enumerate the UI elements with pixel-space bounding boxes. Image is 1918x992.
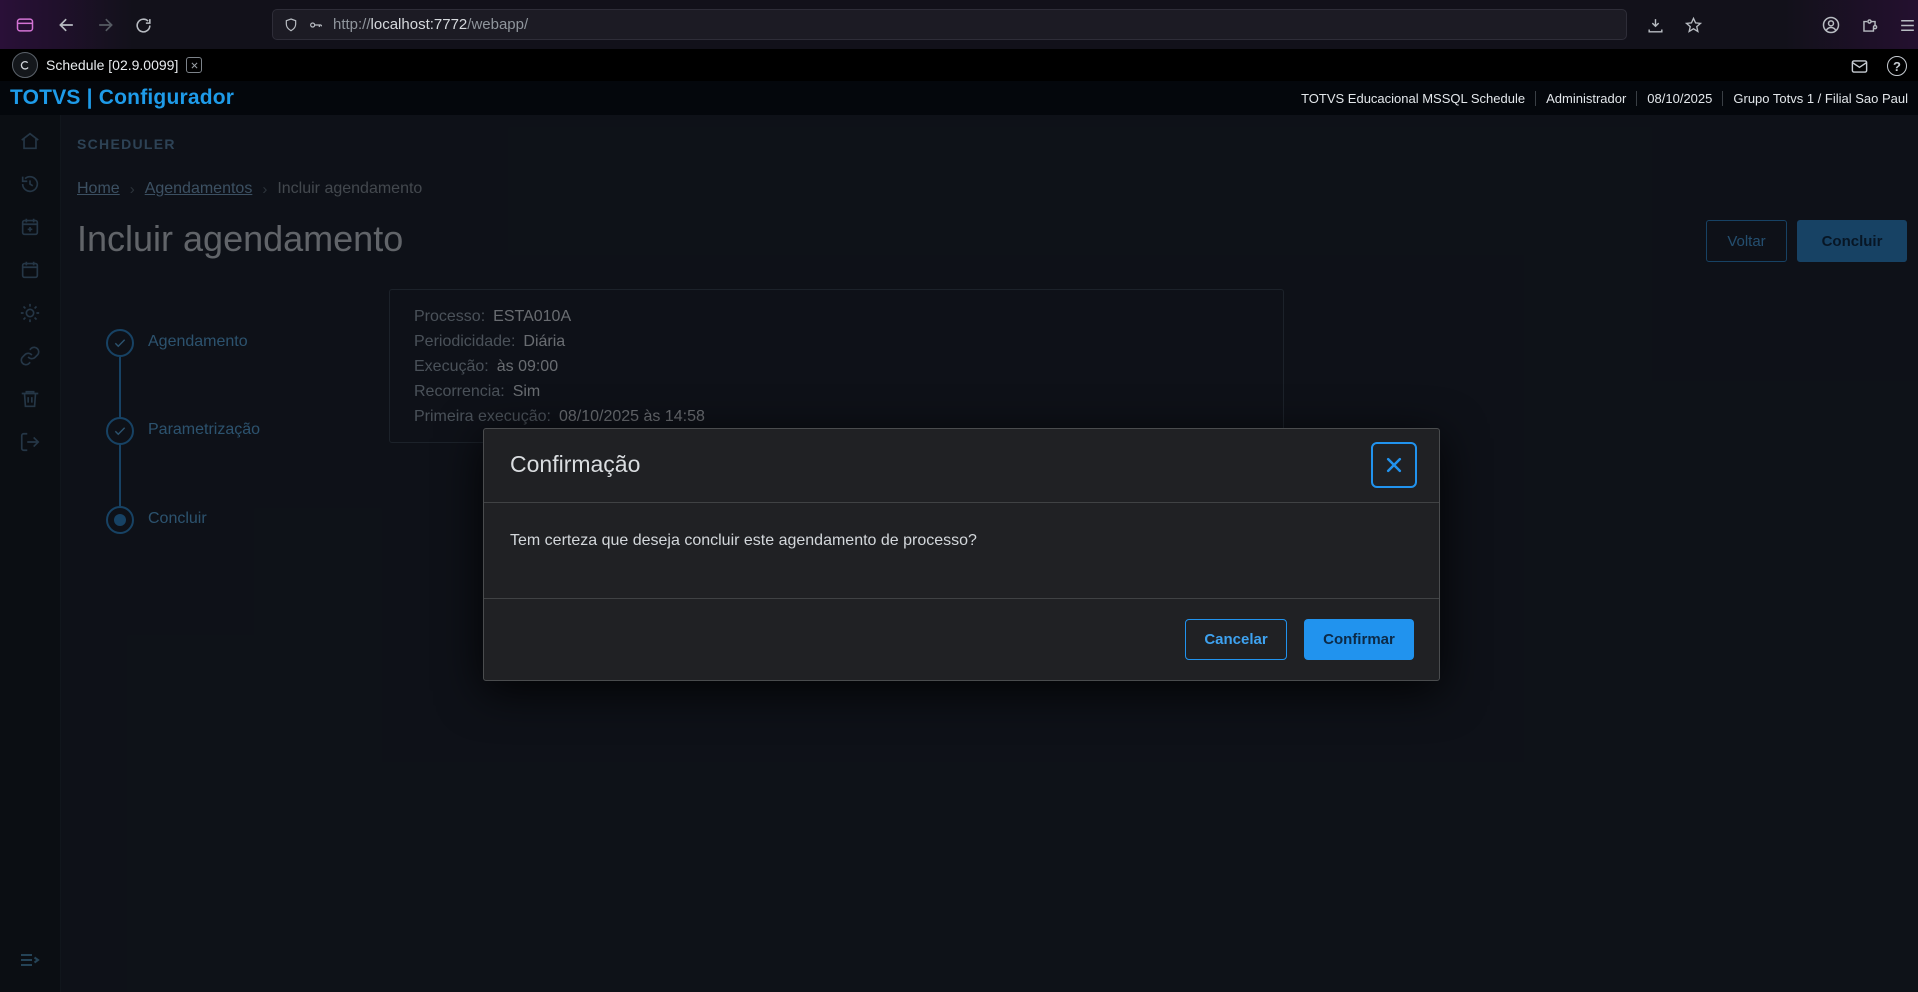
help-icon[interactable]: ? <box>1883 52 1911 80</box>
dialog-divider <box>484 502 1439 503</box>
confirmation-dialog: Confirmação Tem certeza que deseja concl… <box>483 428 1440 681</box>
cancel-button[interactable]: Cancelar <box>1185 619 1287 660</box>
extensions-icon[interactable] <box>1852 8 1886 42</box>
shield-icon[interactable] <box>283 17 299 33</box>
account-icon[interactable] <box>1814 8 1848 42</box>
totvs-logo-icon <box>12 52 38 78</box>
mail-icon[interactable] <box>1845 52 1873 80</box>
screen: http://localhost:7772/webapp/ Schedule [… <box>0 0 1918 992</box>
confirm-button[interactable]: Confirmar <box>1304 619 1414 660</box>
dialog-title: Confirmação <box>510 451 641 477</box>
firefox-view-icon[interactable] <box>8 8 42 42</box>
forward-icon[interactable] <box>88 8 122 42</box>
date-label: 08/10/2025 <box>1636 90 1722 106</box>
dialog-close-icon[interactable] <box>1371 442 1417 488</box>
tab-schedule[interactable]: Schedule [02.9.0099] <box>46 49 203 81</box>
app-tab-bar: Schedule [02.9.0099] ? <box>0 49 1918 81</box>
browser-toolbar: http://localhost:7772/webapp/ <box>0 0 1918 49</box>
header-info: TOTVS Educacional MSSQL Schedule Adminis… <box>1291 81 1918 115</box>
downloads-icon[interactable] <box>1638 8 1672 42</box>
url-input[interactable]: http://localhost:7772/webapp/ <box>272 9 1627 40</box>
totvs-header: TOTVS | Configurador TOTVS Educacional M… <box>0 81 1918 115</box>
tab-close-icon[interactable] <box>186 57 203 73</box>
dialog-divider <box>484 598 1439 599</box>
environment-label: TOTVS Educacional MSSQL Schedule <box>1301 90 1526 106</box>
dialog-message: Tem certeza que deseja concluir este age… <box>510 532 977 549</box>
tab-title: Schedule [02.9.0099] <box>46 57 179 73</box>
key-icon[interactable] <box>308 17 324 33</box>
menu-icon[interactable] <box>1890 8 1918 42</box>
user-label: Administrador <box>1535 90 1636 106</box>
company-label: Grupo Totvs 1 / Filial Sao Paul <box>1722 90 1918 106</box>
back-icon[interactable] <box>50 8 84 42</box>
brand-title: TOTVS | Configurador <box>10 86 235 109</box>
bookmark-star-icon[interactable] <box>1676 8 1710 42</box>
url-text: http://localhost:7772/webapp/ <box>333 16 529 33</box>
reload-icon[interactable] <box>126 8 160 42</box>
